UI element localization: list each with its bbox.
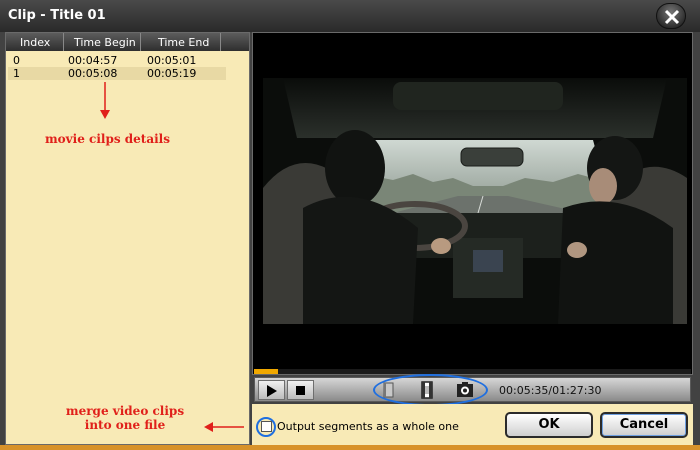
row-time-end: 00:05:19 — [147, 67, 197, 80]
ok-button[interactable]: OK — [505, 412, 593, 438]
clip-dialog: Clip - Title 01 Index Time Begin Time En… — [0, 0, 700, 450]
annotation-clips-details: movie cilps details — [44, 132, 170, 146]
column-header-index: Index — [20, 36, 51, 49]
window-bottom-border — [0, 445, 700, 450]
title-bar: Clip - Title 01 — [0, 0, 700, 32]
window-title: Clip - Title 01 — [8, 8, 106, 23]
close-button[interactable] — [656, 3, 686, 29]
row-time-begin: 00:04:57 — [68, 54, 118, 67]
output-whole-checkbox[interactable] — [261, 421, 272, 432]
clip-tools-highlight — [373, 374, 488, 406]
video-frame[interactable] — [263, 78, 687, 324]
output-whole-label[interactable]: Output segments as a whole one — [277, 420, 459, 433]
annotation-merge-line1: merge video clips — [65, 404, 185, 418]
annotation-merge-line2: into one file — [84, 418, 166, 432]
clips-panel: Index Time Begin Time End 0 00:04:57 00:… — [5, 32, 250, 445]
clips-table-header: Index Time Begin Time End — [6, 33, 249, 51]
row-index: 0 — [13, 54, 20, 67]
column-header-time-begin: Time Begin — [74, 36, 136, 49]
row-time-begin: 00:05:08 — [68, 67, 118, 80]
seek-bar-fill — [254, 369, 279, 374]
playback-time: 00:05:35/01:27:30 — [499, 384, 602, 397]
annotation-merge: merge video clips into one file — [60, 404, 190, 432]
table-row[interactable]: 1 00:05:08 00:05:19 — [8, 67, 226, 80]
seek-bar[interactable] — [254, 369, 691, 374]
play-icon — [267, 385, 277, 397]
stop-icon — [296, 386, 305, 395]
row-index: 1 — [13, 67, 20, 80]
close-icon — [664, 9, 680, 25]
table-row[interactable]: 0 00:04:57 00:05:01 — [8, 54, 226, 67]
play-button[interactable] — [258, 380, 285, 400]
stop-button[interactable] — [287, 380, 314, 400]
annotation-arrow-down — [100, 82, 110, 119]
column-header-time-end: Time End — [158, 36, 210, 49]
video-preview-panel — [252, 32, 693, 375]
annotation-arrow-left — [204, 422, 244, 432]
row-time-end: 00:05:01 — [147, 54, 197, 67]
cancel-button[interactable]: Cancel — [600, 412, 688, 438]
video-frame-image — [263, 78, 687, 324]
